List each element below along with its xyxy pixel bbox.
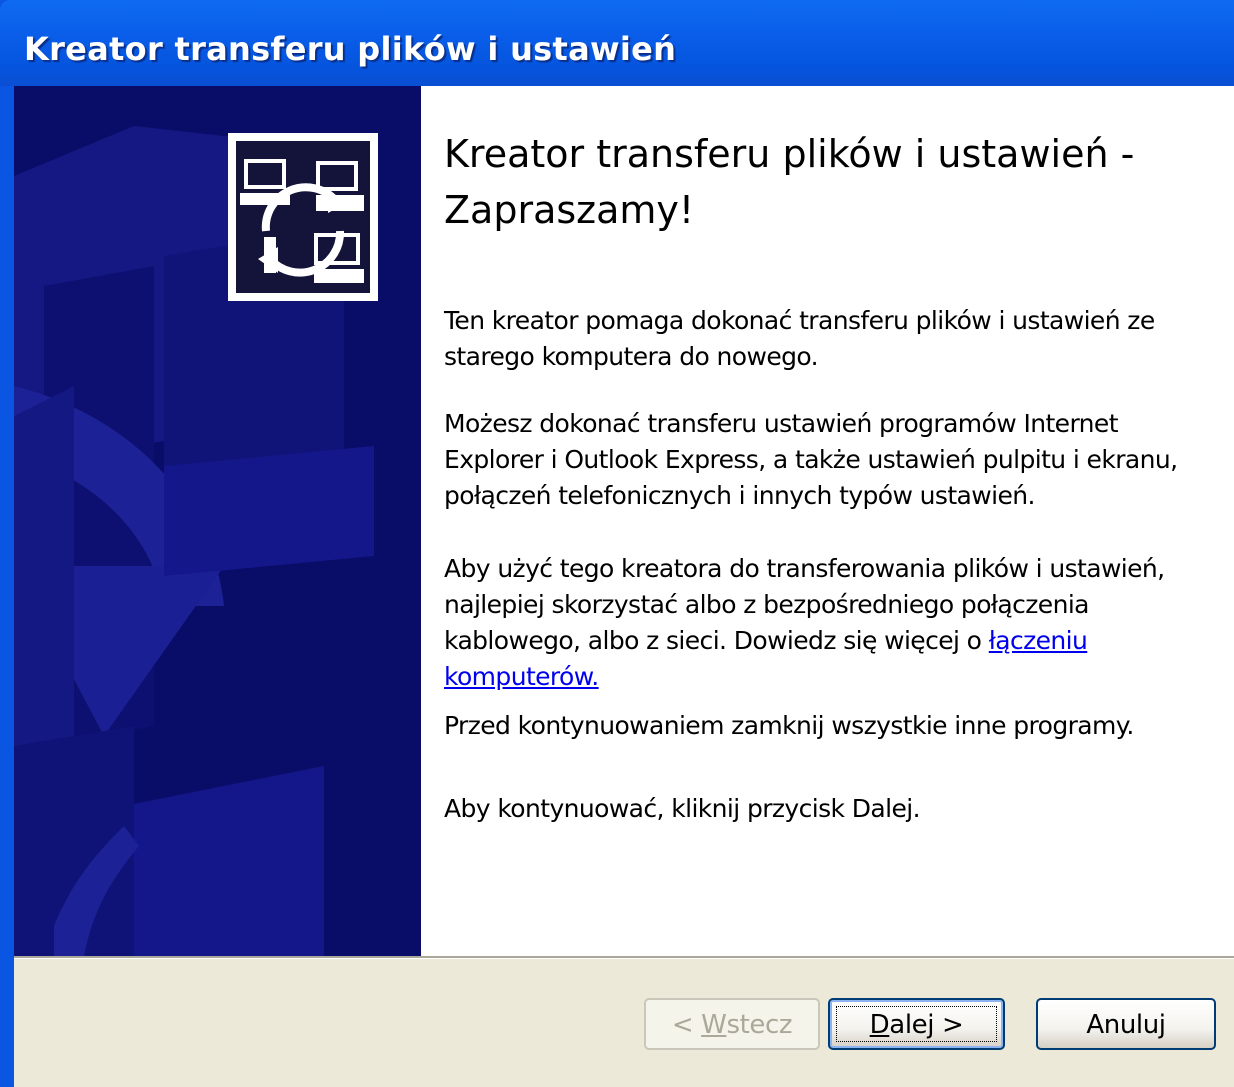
heading-line-2: Zapraszamy! <box>444 188 695 232</box>
dialog-client-area: Kreator transferu plików i ustawień - Za… <box>14 86 1234 1087</box>
back-button-accel: W <box>701 1010 727 1040</box>
continue-instruction: Aby kontynuować, kliknij przycisk Dalej. <box>444 794 921 823</box>
back-button-prefix: < <box>671 1010 702 1040</box>
connection-paragraph: Aby użyć tego kreatora do transferowania… <box>444 551 1204 695</box>
next-button-focus-rect <box>836 1006 997 1042</box>
wizard-sidebar-graphic <box>14 86 421 956</box>
button-area-separator <box>14 956 1234 959</box>
page-heading: Kreator transferu plików i ustawień - Za… <box>444 126 1204 238</box>
window-title: Kreator transferu plików i ustawień <box>24 30 677 68</box>
title-bar[interactable]: Kreator transferu plików i ustawień <box>0 0 1234 86</box>
heading-line-1: Kreator transferu plików i ustawień - <box>444 132 1135 176</box>
close-programs-paragraph: Przed kontynuowaniem zamknij wszystkie i… <box>444 711 1134 740</box>
settings-paragraph: Możesz dokonać transferu ustawień progra… <box>444 409 1178 510</box>
next-button[interactable]: Dalej > <box>828 998 1005 1050</box>
cancel-button[interactable]: Anuluj <box>1036 998 1216 1050</box>
wizard-window: Kreator transferu plików i ustawień Krea… <box>0 0 1234 1087</box>
back-button[interactable]: < Wstecz <box>644 998 820 1050</box>
back-button-rest: stecz <box>726 1010 793 1040</box>
wizard-transfer-icon <box>228 133 378 301</box>
wizard-content: Kreator transferu plików i ustawień - Za… <box>421 86 1234 956</box>
intro-paragraph: Ten kreator pomaga dokonać transferu pli… <box>444 306 1155 371</box>
